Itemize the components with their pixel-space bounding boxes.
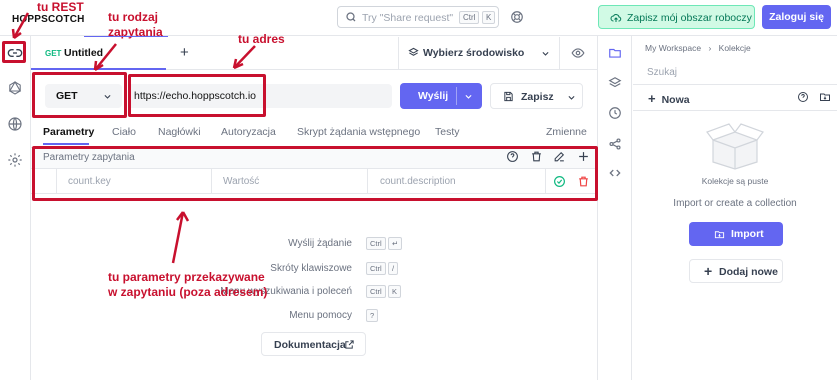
eye-icon[interactable] [571, 46, 585, 60]
shortcut-label: Wyślij żądanie [288, 238, 352, 249]
search-placeholder: Try "Share request" [362, 12, 454, 24]
layers-icon [408, 47, 419, 56]
tab-tests[interactable]: Testy [435, 126, 460, 138]
login-button[interactable]: Zaloguj się [762, 5, 831, 29]
annotation-box-method [32, 72, 127, 118]
divider [633, 84, 837, 85]
environment-label: Wybierz środowisko [423, 47, 525, 59]
settings-icon[interactable] [7, 152, 23, 168]
import-label: Import [731, 228, 764, 240]
save-workspace-label: Zapisz mój obszar roboczy [627, 12, 752, 24]
save-button[interactable]: Zapisz [490, 83, 583, 109]
add-new-button[interactable]: + Dodaj nowe [689, 259, 783, 283]
share-icon[interactable] [608, 137, 622, 151]
help-circle-icon[interactable] [797, 91, 809, 103]
chevron-down-icon[interactable] [464, 92, 473, 101]
collections-search-input[interactable]: Szukaj [647, 67, 677, 78]
shortcut-key: / [388, 262, 399, 275]
folder-icon[interactable] [608, 46, 622, 60]
breadcrumb-current: Kolekcje [718, 43, 751, 53]
new-collection-label: Nowa [661, 94, 690, 106]
tab-body[interactable]: Ciało [112, 126, 136, 138]
add-new-label: Dodaj nowe [719, 266, 778, 278]
tab-parameters[interactable]: Parametry [43, 126, 94, 138]
import-button[interactable]: Import [689, 222, 783, 246]
tab-authorization[interactable]: Autoryzacja [221, 126, 276, 138]
shortcut-key: ? [366, 309, 379, 322]
shortcut-key: ↵ [388, 237, 403, 250]
add-tab-button[interactable]: + [180, 44, 189, 61]
tab-variables[interactable]: Zmienne [546, 126, 587, 138]
lifebuoy-icon[interactable] [510, 10, 524, 24]
annotation-box-params [32, 146, 598, 201]
tab-method-badge: GET [45, 49, 62, 58]
shortcut-key: Ctrl [366, 262, 386, 275]
shortcut-key: K [388, 285, 402, 298]
globe-icon[interactable] [7, 116, 23, 132]
active-tab-underline [43, 143, 89, 145]
documentation-button[interactable]: Dokumentacja [261, 332, 366, 356]
plus-icon: + [648, 91, 656, 106]
save-workspace-button[interactable]: Zapisz mój obszar roboczy [598, 5, 755, 29]
tab-headers[interactable]: Nagłówki [158, 126, 201, 138]
annotation-box-rest [2, 41, 26, 63]
new-collection-button[interactable]: + Nowa [648, 91, 690, 106]
save-label: Zapisz [521, 91, 554, 103]
search-kbd-ctrl: Ctrl [459, 11, 480, 24]
code-icon[interactable] [608, 166, 622, 180]
documentation-label: Dokumentacja [274, 339, 346, 351]
chevron-down-icon [542, 51, 549, 56]
search-icon [346, 12, 356, 22]
layers-icon[interactable] [608, 76, 622, 90]
chevron-down-icon[interactable] [567, 93, 576, 102]
annotation-underline [84, 36, 168, 37]
environment-select[interactable]: Wybierz środowisko [398, 37, 560, 70]
tab-pre-request-script[interactable]: Skrypt żądania wstępnego [297, 126, 420, 138]
history-icon[interactable] [608, 106, 622, 120]
breadcrumb: My Workspace › Kolekcje [645, 43, 751, 53]
breadcrumb-root[interactable]: My Workspace [645, 43, 701, 53]
plus-icon: + [704, 263, 713, 279]
empty-box-illustration-icon [706, 123, 764, 170]
folder-import-icon [714, 231, 725, 239]
cloud-upload-icon [610, 14, 622, 22]
chevron-right-icon: › [708, 43, 712, 53]
annotation-url: tu adres [238, 32, 285, 46]
import-hint-text: Import or create a collection [673, 198, 797, 209]
graphql-icon[interactable] [7, 80, 23, 96]
search-kbd-k: K [482, 11, 496, 24]
tab-title: Untitled [64, 47, 104, 59]
send-button[interactable]: Wyślij [400, 83, 482, 109]
send-label: Wyślij [418, 90, 449, 102]
right-nav-rail [597, 36, 632, 380]
collections-empty-text: Kolekcje są puste [701, 176, 769, 186]
annotation-box-url [128, 74, 266, 117]
save-icon [504, 91, 513, 102]
app-logo[interactable]: HOPPSCOTCH [12, 14, 85, 25]
shortcut-key: Ctrl [366, 237, 386, 250]
shortcut-key: Ctrl [366, 285, 386, 298]
external-link-icon [345, 340, 354, 349]
send-divider [456, 87, 457, 105]
divider [633, 110, 837, 111]
search-box[interactable]: Try "Share request" Ctrl K [337, 6, 499, 28]
folder-import-icon[interactable] [819, 91, 831, 103]
annotation-rest: tu REST [37, 0, 84, 14]
annotation-params: tu parametry przekazywane w zapytaniu (p… [108, 270, 268, 299]
left-nav-rail [0, 36, 31, 380]
shortcut-label: Menu pomocy [289, 310, 352, 321]
